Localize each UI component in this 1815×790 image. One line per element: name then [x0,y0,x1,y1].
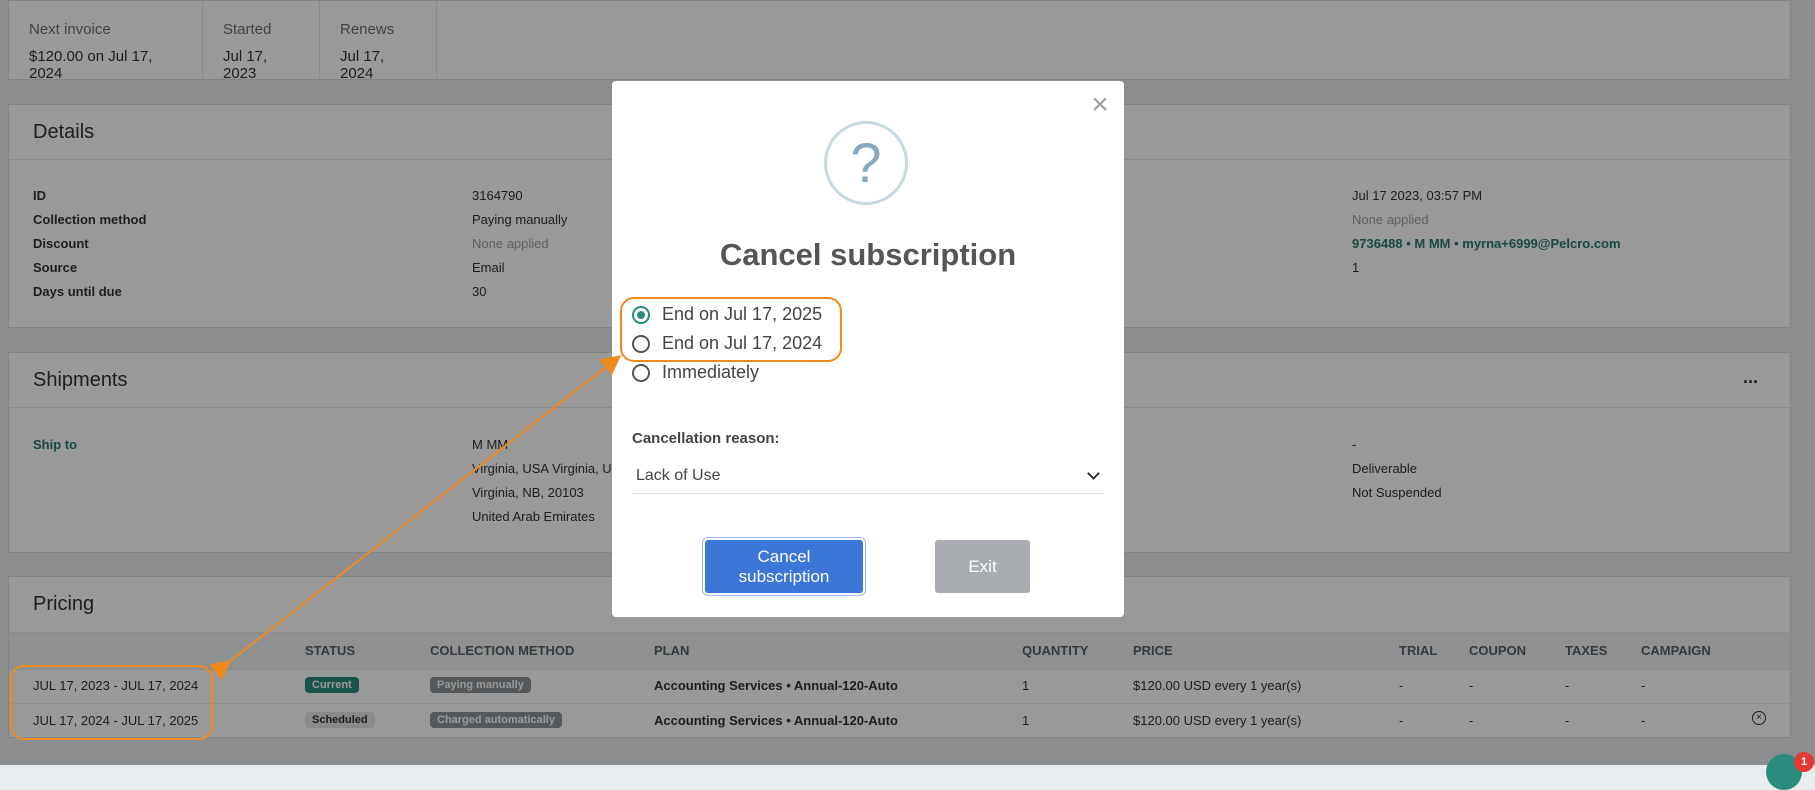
annotation-arrow [209,355,622,681]
notification-badge: 1 [1794,752,1814,772]
